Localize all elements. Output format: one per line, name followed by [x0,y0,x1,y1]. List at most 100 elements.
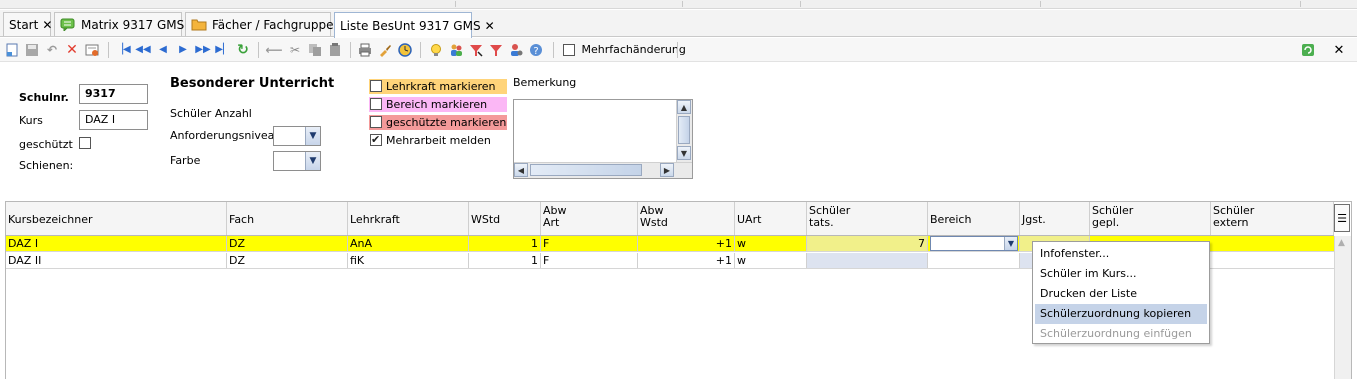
delete-icon[interactable]: ✕ [64,42,80,58]
cut-icon[interactable]: ✂ [287,42,303,58]
cell-uart[interactable]: w [735,236,807,251]
save-icon[interactable] [24,42,40,58]
close-icon[interactable]: ✕ [1331,42,1347,58]
brush-icon[interactable] [377,42,393,58]
column-header[interactable]: Bereich [928,202,1020,235]
bereich-dropdown[interactable]: ▼ [930,236,1018,251]
user-settings-icon[interactable] [508,42,524,58]
geschuetzt-checkbox[interactable] [79,137,91,149]
column-header[interactable]: Kursbezeichner [6,202,227,235]
bereich-markieren-checkbox[interactable] [370,98,382,110]
lehrkraft-markieren-option[interactable]: Lehrkraft markieren [369,79,507,94]
mehrarbeit-melden-checkbox[interactable] [370,132,382,147]
cell-uart[interactable]: w [735,253,807,268]
mehrfachaenderung-toggle[interactable]: Mehrfachänderung [563,43,686,56]
clock-icon[interactable] [397,42,413,58]
column-header[interactable]: Abw Art [541,202,638,235]
previous-page-icon[interactable]: ◀◀ [135,42,151,58]
cell-kurs[interactable]: DAZ II [6,253,227,268]
geschuetzte-markieren-option[interactable]: geschützte markieren [369,115,507,130]
mehrarbeit-melden-option[interactable]: Mehrarbeit melden [369,132,507,148]
scroll-up-icon[interactable]: ▲ [1338,238,1345,248]
undo-icon[interactable]: ↶ [44,42,60,58]
menu-item-schuelerzuordnung-kopieren[interactable]: Schülerzuordnung kopieren [1035,304,1207,324]
scroll-down-icon[interactable]: ▼ [677,146,691,160]
cell-abw-wstd[interactable]: +1 [638,236,735,251]
tab-matrix[interactable]: Matrix 9317 GMS ✕ [54,12,198,36]
column-header[interactable]: Jgst. [1020,202,1090,235]
filter-icon[interactable] [488,42,504,58]
cell-lehrkraft[interactable]: AnA [348,236,469,251]
anforderungsniveau-select[interactable]: ▼ [273,126,321,146]
chevron-down-icon[interactable]: ▼ [1004,237,1017,250]
properties-icon[interactable] [84,42,100,58]
tab-faecher[interactable]: Fächer / Fachgruppen ✕ [185,12,355,36]
tab-label: Fächer / Fachgruppen [212,17,342,32]
tab-liste-besunt[interactable]: Liste BesUnt 9317 GMS ✕ [334,12,495,38]
first-record-icon[interactable]: ▕◀ [115,42,131,58]
farbe-select[interactable]: ▼ [273,151,321,171]
new-record-icon[interactable] [4,42,20,58]
schulnr-field[interactable]: 9317 [79,84,148,104]
column-header[interactable]: WStd [469,202,541,235]
cell-lehrkraft[interactable]: fiK [348,253,469,268]
previous-record-icon[interactable]: ◀ [155,42,171,58]
cell-bereich[interactable]: ▼ [928,236,1020,251]
bereich-markieren-option[interactable]: Bereich markieren [369,97,507,112]
next-record-icon[interactable]: ▶ [175,42,191,58]
column-header[interactable]: Schüler tats. [807,202,928,235]
menu-item-schueler-im-kurs[interactable]: Schüler im Kurs... [1035,264,1207,284]
scroll-up-icon[interactable]: ▲ [677,100,691,114]
chevron-down-icon[interactable]: ▼ [305,152,320,170]
remove-filter-icon[interactable] [468,42,484,58]
cell-fach[interactable]: DZ [227,236,348,251]
cell-bereich[interactable] [928,253,1020,268]
mehrfachaenderung-checkbox[interactable] [563,44,575,56]
column-header[interactable]: Lehrkraft [348,202,469,235]
menu-item-drucken-der-liste[interactable]: Drucken der Liste [1035,284,1207,304]
scroll-thumb[interactable] [678,116,690,144]
cell-abw-art[interactable]: F [541,253,638,268]
refresh-icon[interactable]: ↻ [235,42,251,58]
last-record-icon[interactable]: ▶▏ [215,42,231,58]
cell-abw-wstd[interactable]: +1 [638,253,735,268]
export-icon[interactable] [1300,42,1316,58]
column-header[interactable]: UArt [735,202,807,235]
back-icon[interactable]: ⟵ [265,42,282,58]
cell-schueler-tats[interactable] [807,253,928,268]
menu-item-infofenster[interactable]: Infofenster... [1035,244,1207,264]
cell-abw-art[interactable]: F [541,236,638,251]
bulb-icon[interactable] [428,42,444,58]
paste-icon[interactable] [327,42,343,58]
vertical-scrollbar[interactable]: ▲ ▼ [676,100,692,162]
top-strip [0,0,1357,9]
scroll-thumb[interactable] [530,164,642,176]
print-icon[interactable] [357,42,373,58]
lehrkraft-markieren-checkbox[interactable] [370,80,382,92]
cell-wstd[interactable]: 1 [469,236,541,251]
help-icon[interactable]: ? [528,42,544,58]
column-header[interactable]: Fach [227,202,348,235]
horizontal-scrollbar[interactable]: ◀ ▶ [514,162,692,178]
users-icon[interactable] [448,42,464,58]
tab-start[interactable]: Start ✕ [3,12,52,36]
close-tab-icon[interactable]: ✕ [485,19,495,33]
bemerkung-textarea[interactable]: ▲ ▼ ◀ ▶ [513,99,693,179]
column-chooser-icon[interactable]: ☰ [1334,204,1350,232]
close-tab-icon[interactable]: ✕ [42,18,52,32]
column-header[interactable]: Schüler gepl. [1090,202,1211,235]
scroll-left-icon[interactable]: ◀ [514,163,528,177]
chevron-down-icon[interactable]: ▼ [305,127,320,145]
scroll-right-icon[interactable]: ▶ [660,163,674,177]
kurs-field[interactable]: DAZ I [79,110,148,130]
column-header[interactable]: Schüler extern [1211,202,1334,235]
copy-icon[interactable] [307,42,323,58]
column-header[interactable]: Abw Wstd [638,202,735,235]
grid-vertical-scrollbar[interactable]: ▲ [1334,236,1351,379]
cell-schueler-tats[interactable]: 7 [807,236,928,251]
cell-fach[interactable]: DZ [227,253,348,268]
cell-wstd[interactable]: 1 [469,253,541,268]
geschuetzte-markieren-checkbox[interactable] [370,116,382,128]
cell-kurs[interactable]: DAZ I [6,236,227,251]
next-page-icon[interactable]: ▶▶ [195,42,211,58]
